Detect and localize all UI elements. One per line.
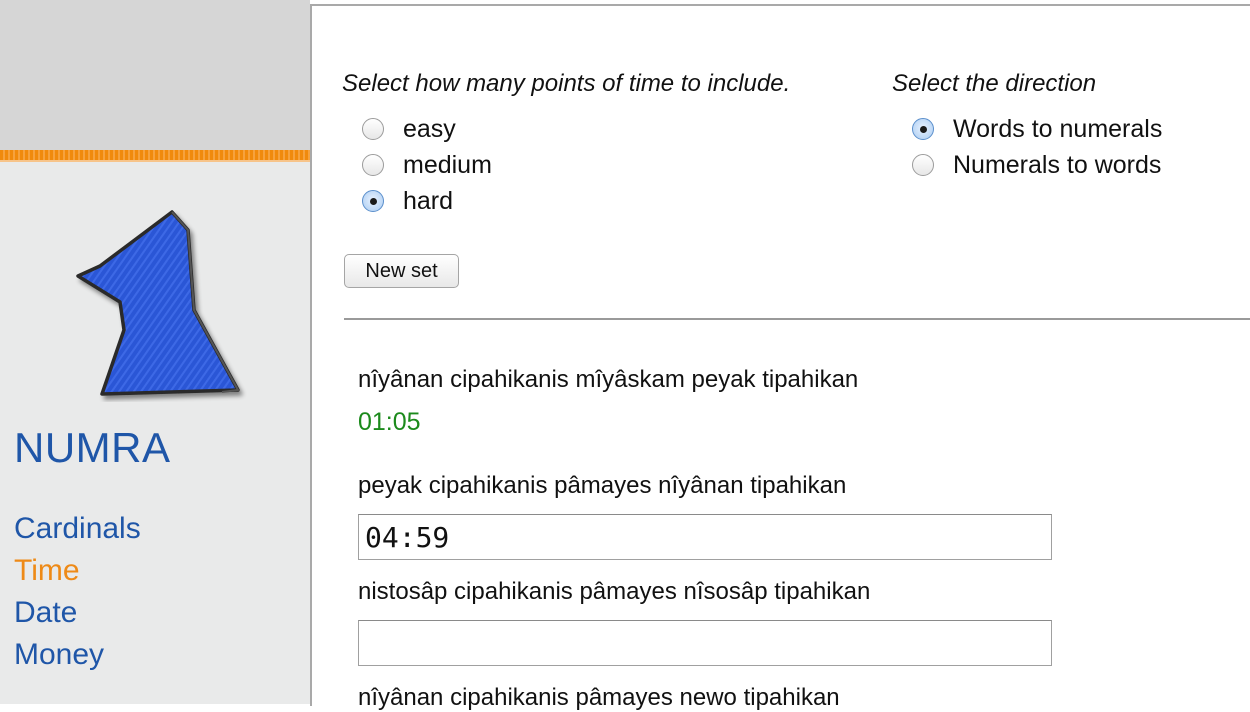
difficulty-option-medium[interactable]: medium bbox=[362, 148, 492, 182]
nav-link-cardinals[interactable]: Cardinals bbox=[14, 508, 141, 550]
question-2-text: peyak cipahikanis pâmayes nîyânan tipahi… bbox=[358, 472, 847, 499]
radio-label-hard: hard bbox=[403, 186, 454, 215]
question-1-answer: 01:05 bbox=[358, 408, 421, 436]
question-3-answer-input[interactable] bbox=[358, 620, 1052, 666]
radio-numerals-to-words[interactable] bbox=[912, 154, 934, 176]
direction-option-numerals-to-words[interactable]: Numerals to words bbox=[912, 148, 1161, 182]
accent-divider bbox=[0, 150, 310, 162]
section-divider bbox=[344, 318, 1250, 320]
numeral-one-logo-icon bbox=[76, 210, 240, 396]
question-3-text: nistosâp cipahikanis pâmayes nîsosâp tip… bbox=[358, 578, 871, 605]
sidebar-header-band bbox=[0, 0, 310, 150]
direction-option-words-to-numerals[interactable]: Words to numerals bbox=[912, 112, 1162, 146]
question-2-answer-input[interactable]: 04:59 bbox=[358, 514, 1052, 560]
radio-label-medium: medium bbox=[403, 150, 492, 179]
radio-label-numerals-to-words: Numerals to words bbox=[953, 150, 1162, 179]
radio-hard[interactable] bbox=[362, 190, 384, 212]
nav-link-date[interactable]: Date bbox=[14, 592, 141, 634]
question-4-text: nîyânan cipahikanis pâmayes newo tipahik… bbox=[358, 684, 840, 711]
new-set-button[interactable]: New set bbox=[344, 254, 459, 288]
nav-link-time[interactable]: Time bbox=[14, 550, 141, 592]
direction-prompt: Select the direction bbox=[892, 70, 1097, 97]
difficulty-prompt: Select how many points of time to includ… bbox=[342, 70, 791, 97]
radio-label-easy: easy bbox=[403, 114, 456, 143]
question-1-text: nîyânan cipahikanis mîyâskam peyak tipah… bbox=[358, 366, 859, 393]
side-nav: Cardinals Time Date Money bbox=[14, 508, 141, 676]
difficulty-option-hard[interactable]: hard bbox=[362, 184, 453, 218]
radio-easy[interactable] bbox=[362, 118, 384, 140]
radio-label-words-to-numerals: Words to numerals bbox=[953, 114, 1163, 143]
radio-words-to-numerals[interactable] bbox=[912, 118, 934, 140]
brand-title: NUMRA bbox=[14, 424, 171, 471]
nav-link-money[interactable]: Money bbox=[14, 634, 141, 676]
radio-medium[interactable] bbox=[362, 154, 384, 176]
sidebar: NUMRA Cardinals Time Date Money bbox=[0, 0, 310, 704]
exercise-panel: Select how many points of time to includ… bbox=[310, 4, 1250, 711]
difficulty-option-easy[interactable]: easy bbox=[362, 112, 456, 146]
